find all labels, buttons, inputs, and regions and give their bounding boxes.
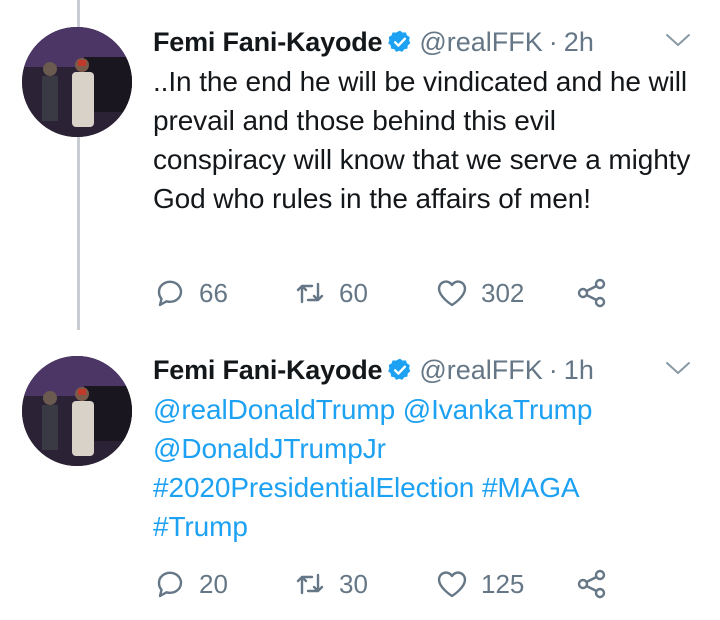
author-name[interactable]: Femi Fani-Kayode xyxy=(153,27,383,58)
chevron-down-icon[interactable] xyxy=(664,358,692,378)
author-handle[interactable]: @realFFK xyxy=(419,27,542,58)
avatar[interactable] xyxy=(22,27,132,137)
like-button[interactable]: 125 xyxy=(435,564,524,604)
share-icon xyxy=(577,278,606,308)
mention-line[interactable]: @realDonaldTrump @IvankaTrump xyxy=(153,390,693,429)
like-count: 125 xyxy=(481,568,525,599)
author-handle[interactable]: @realFFK xyxy=(419,355,542,386)
tweet[interactable]: Femi Fani-Kayode @realFFK · 1h @realDona… xyxy=(0,330,720,620)
reply-icon xyxy=(157,571,183,598)
reply-count: 66 xyxy=(199,277,228,308)
verified-badge-icon xyxy=(388,30,411,52)
reply-button[interactable]: 20 xyxy=(153,564,228,604)
timestamp[interactable]: 2h xyxy=(564,27,594,58)
reply-count: 20 xyxy=(199,568,228,599)
retweet-count: 60 xyxy=(339,277,368,308)
separator-dot: · xyxy=(548,26,558,57)
mention-line[interactable]: @DonaldJTrumpJr xyxy=(153,429,693,468)
avatar-photo xyxy=(22,27,132,137)
retweet-count: 30 xyxy=(339,568,368,599)
verified-badge-icon xyxy=(388,358,411,380)
tweet-text: @realDonaldTrump @IvankaTrump @DonaldJTr… xyxy=(153,390,693,546)
chevron-down-icon[interactable] xyxy=(664,30,692,50)
share-button[interactable] xyxy=(575,564,621,604)
hashtag-line[interactable]: #Trump xyxy=(153,507,693,546)
retweet-icon xyxy=(296,573,324,595)
retweet-button[interactable]: 30 xyxy=(293,564,368,604)
tweet-header: Femi Fani-Kayode @realFFK · 2h xyxy=(153,22,594,62)
hashtag-line[interactable]: #2020PresidentialElection #MAGA xyxy=(153,468,693,507)
retweet-button[interactable]: 60 xyxy=(293,273,368,313)
reply-icon xyxy=(157,280,183,307)
author-name[interactable]: Femi Fani-Kayode xyxy=(153,355,383,386)
tweet-text: ..In the end he will be vindicated and h… xyxy=(153,66,691,214)
avatar[interactable] xyxy=(22,356,132,466)
like-icon xyxy=(437,280,467,307)
tweet[interactable]: Femi Fani-Kayode @realFFK · 2h ..In the … xyxy=(0,0,720,330)
retweet-icon xyxy=(296,282,324,304)
avatar-photo xyxy=(22,356,132,466)
share-button[interactable] xyxy=(575,273,621,313)
reply-button[interactable]: 66 xyxy=(153,273,228,313)
timestamp[interactable]: 1h xyxy=(564,355,594,386)
like-button[interactable]: 302 xyxy=(435,273,524,313)
like-icon xyxy=(437,571,467,598)
separator-dot: · xyxy=(548,354,558,385)
share-icon xyxy=(577,569,606,599)
like-count: 302 xyxy=(481,277,525,308)
tweet-header: Femi Fani-Kayode @realFFK · 1h xyxy=(153,350,594,390)
